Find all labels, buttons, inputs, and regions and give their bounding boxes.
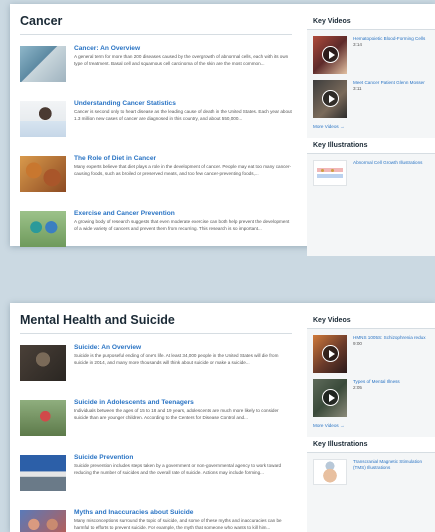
video-thumbnail[interactable] — [313, 379, 347, 417]
cancer-main: Cancer Cancer: An Overview A general ter… — [20, 14, 292, 255]
article-description: A general term for more than 200 disease… — [74, 54, 289, 66]
video-thumbnail[interactable] — [313, 36, 347, 74]
video-title-link[interactable]: Meet Cancer Patient Glenn Mosser — [353, 80, 425, 86]
article-description: Suicide prevention includes steps taken … — [74, 463, 282, 475]
cancer-panel: Cancer Cancer: An Overview A general ter… — [10, 4, 435, 256]
video-title-link[interactable]: Hematopoietic Blood-Forming Cells — [353, 36, 425, 42]
article-title-link[interactable]: The Role of Diet in Cancer — [74, 154, 292, 163]
more-videos-link[interactable]: More Videos → — [313, 423, 435, 437]
illustration-thumbnail[interactable] — [313, 459, 347, 485]
article-description: Individuals between the ages of 15 to 18… — [74, 408, 279, 420]
article-item[interactable]: Exercise and Cancer Prevention A growing… — [20, 209, 292, 255]
cancer-sidebar: Key Videos Hematopoietic Blood-Forming C… — [307, 14, 435, 256]
play-icon[interactable] — [322, 345, 339, 362]
article-item[interactable]: Suicide: An Overview Suicide is the purp… — [20, 343, 292, 389]
article-item[interactable]: Cancer: An Overview A general term for m… — [20, 44, 292, 90]
mental-health-main: Mental Health and Suicide Suicide: An Ov… — [20, 313, 292, 532]
illustration-title-link[interactable]: Transcranial Magnetic Stimulation (TMS) … — [353, 459, 435, 485]
section-title: Mental Health and Suicide — [20, 313, 292, 334]
video-duration: 3:11 — [353, 86, 362, 91]
more-videos-link[interactable]: More Videos → — [313, 124, 435, 138]
article-thumbnail[interactable] — [20, 46, 66, 82]
key-illustrations-heading: Key Illustrations — [307, 437, 435, 453]
article-item[interactable]: Suicide in Adolescents and Teenagers Ind… — [20, 398, 292, 444]
article-title-link[interactable]: Suicide Prevention — [74, 453, 292, 462]
video-item[interactable]: Hematopoietic Blood-Forming Cells 3:14 — [313, 36, 435, 74]
article-thumbnail[interactable] — [20, 211, 66, 247]
video-thumbnail[interactable] — [313, 80, 347, 118]
video-item[interactable]: Meet Cancer Patient Glenn Mosser 3:11 — [313, 80, 435, 118]
article-item[interactable]: The Role of Diet in Cancer Many experts … — [20, 154, 292, 200]
video-item[interactable]: HMNS 1005S: Schizophrenia redux 9:00 — [313, 335, 435, 373]
article-thumbnail[interactable] — [20, 156, 66, 192]
article-description: A growing body of research suggests that… — [74, 219, 290, 231]
article-description: Cancer is second only to heart disease a… — [74, 109, 292, 121]
article-description: Many experts believe that diet plays a r… — [74, 164, 292, 176]
article-title-link[interactable]: Cancer: An Overview — [74, 44, 292, 53]
article-title-link[interactable]: Exercise and Cancer Prevention — [74, 209, 292, 218]
play-icon[interactable] — [322, 389, 339, 406]
article-item[interactable]: Myths and Inaccuracies about Suicide Man… — [20, 508, 292, 532]
video-duration: 3:14 — [353, 42, 362, 47]
mental-health-sidebar: Key Videos HMNS 1005S: Schizophrenia red… — [307, 313, 435, 532]
article-description: Suicide is the purposeful ending of one'… — [74, 353, 279, 365]
key-videos-heading: Key Videos — [307, 14, 435, 30]
article-description: Many misconceptions surround the topic o… — [74, 518, 282, 530]
play-icon[interactable] — [322, 90, 339, 107]
article-thumbnail[interactable] — [20, 400, 66, 436]
article-title-link[interactable]: Myths and Inaccuracies about Suicide — [74, 508, 292, 517]
illustration-thumbnail[interactable] — [313, 160, 347, 186]
section-title: Cancer — [20, 14, 292, 35]
video-duration: 9:00 — [353, 341, 362, 346]
key-videos-heading: Key Videos — [307, 313, 435, 329]
article-title-link[interactable]: Suicide in Adolescents and Teenagers — [74, 398, 292, 407]
video-title-link[interactable]: HMNS 1005S: Schizophrenia redux — [353, 335, 426, 341]
article-thumbnail[interactable] — [20, 455, 66, 491]
article-title-link[interactable]: Understanding Cancer Statistics — [74, 99, 292, 108]
article-thumbnail[interactable] — [20, 345, 66, 381]
key-illustrations-heading: Key Illustrations — [307, 138, 435, 154]
play-icon[interactable] — [322, 46, 339, 63]
illustration-title-link[interactable]: Abnormal Cell Growth Illustrations — [353, 160, 422, 186]
article-item[interactable]: Suicide Prevention Suicide prevention in… — [20, 453, 292, 499]
article-item[interactable]: Understanding Cancer Statistics Cancer i… — [20, 99, 292, 145]
mental-health-panel: Mental Health and Suicide Suicide: An Ov… — [10, 303, 435, 532]
article-thumbnail[interactable] — [20, 101, 66, 137]
article-thumbnail[interactable] — [20, 510, 66, 532]
article-title-link[interactable]: Suicide: An Overview — [74, 343, 292, 352]
illustration-item[interactable]: Transcranial Magnetic Stimulation (TMS) … — [313, 459, 435, 485]
video-thumbnail[interactable] — [313, 335, 347, 373]
illustration-item[interactable]: Abnormal Cell Growth Illustrations — [313, 160, 435, 186]
video-duration: 2:05 — [353, 385, 362, 390]
video-item[interactable]: Types of Mental Illness 2:05 — [313, 379, 435, 417]
